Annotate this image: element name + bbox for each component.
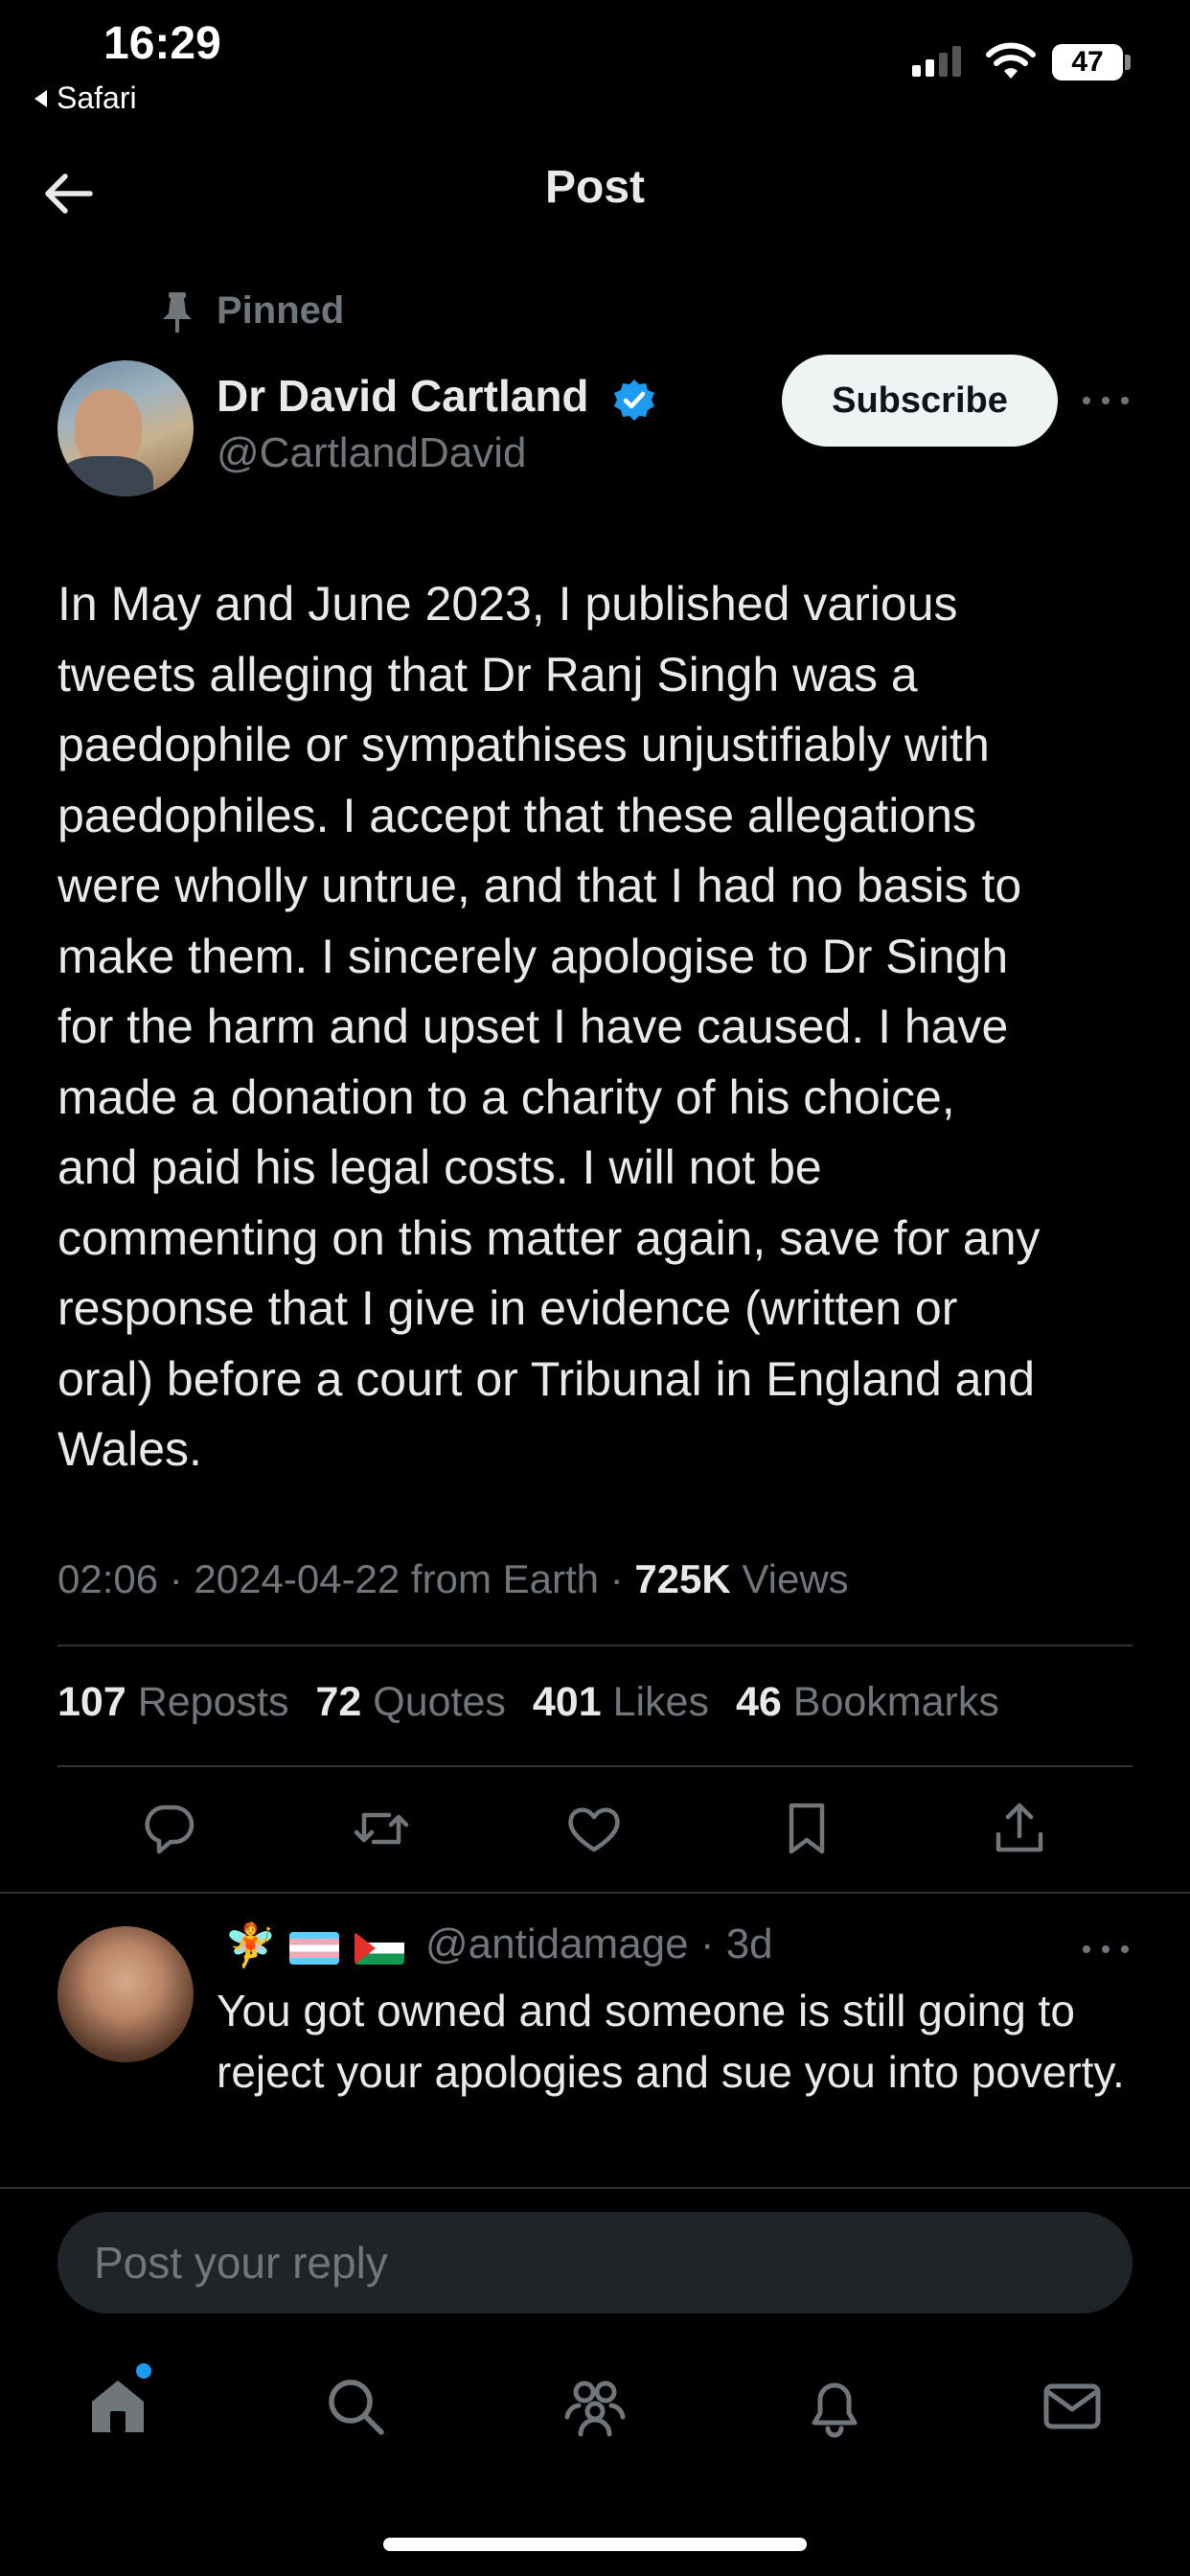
- author-avatar[interactable]: [57, 360, 194, 496]
- messages-icon[interactable]: [1039, 2373, 1106, 2440]
- fairy-emoji: 🧚: [224, 1922, 277, 1969]
- search-icon[interactable]: [322, 2373, 389, 2440]
- home-notification-dot: [136, 2363, 151, 2379]
- reply-more-options-icon[interactable]: [1083, 1944, 1129, 1955]
- share-icon[interactable]: [989, 1798, 1050, 1859]
- pinned-label: Pinned: [217, 289, 345, 332]
- back-triangle-icon: [34, 89, 47, 107]
- likes-count: 401: [532, 1679, 602, 1725]
- more-options-icon[interactable]: [1083, 383, 1129, 418]
- communities-icon[interactable]: [561, 2373, 629, 2440]
- quotes-label: Quotes: [373, 1679, 506, 1725]
- likes-label: Likes: [612, 1679, 709, 1725]
- status-time: 16:29: [103, 18, 221, 69]
- back-to-safari-link[interactable]: Safari: [34, 80, 137, 116]
- notifications-icon[interactable]: [801, 2373, 868, 2440]
- post-body: In May and June 2023, I published variou…: [57, 577, 1041, 1476]
- post-timestamp: 02:06 · 2024-04-22 from Earth ·: [57, 1556, 635, 1601]
- likes-stat[interactable]: 401 Likes: [533, 1679, 709, 1726]
- reply-input[interactable]: [57, 2212, 1133, 2313]
- views-label: Views: [730, 1556, 849, 1601]
- post-meta: 02:06 · 2024-04-22 from Earth · 725K Vie…: [57, 1556, 849, 1602]
- reply-avatar[interactable]: [57, 1926, 194, 2062]
- reply-text: You got owned and someone is still going…: [217, 1986, 1125, 2097]
- reposts-label: Reposts: [137, 1679, 289, 1725]
- quotes-count: 72: [315, 1679, 362, 1725]
- reply-handle[interactable]: @antidamage · 3d: [425, 1920, 773, 1968]
- back-app-label: Safari: [57, 80, 137, 115]
- home-indicator: [383, 2538, 807, 2551]
- verified-badge-icon: [614, 380, 654, 421]
- bookmarks-count: 46: [735, 1679, 782, 1725]
- reposts-count: 107: [57, 1679, 126, 1725]
- battery-indicator: 47: [1052, 44, 1123, 80]
- bookmarks-stat[interactable]: 46 Bookmarks: [736, 1679, 999, 1726]
- divider: [57, 1644, 1133, 1646]
- views-count: 725K: [634, 1556, 731, 1601]
- repost-icon[interactable]: [351, 1798, 412, 1859]
- divider: [57, 1765, 1133, 1767]
- reposts-stat[interactable]: 107 Reposts: [57, 1679, 288, 1726]
- like-icon[interactable]: [563, 1798, 625, 1859]
- arrow-left-icon[interactable]: [38, 163, 100, 224]
- bookmark-icon[interactable]: [776, 1798, 837, 1859]
- cellular-signal-icon: [912, 42, 961, 77]
- quotes-stat[interactable]: 72 Quotes: [315, 1679, 505, 1726]
- engagement-stats: 107 Reposts 72 Quotes 401 Likes 46 Bookm…: [57, 1679, 999, 1726]
- pin-icon: [163, 292, 192, 333]
- transgender-flag-icon: [289, 1932, 339, 1965]
- thread-separator: [0, 1892, 1190, 1894]
- reply-icon[interactable]: [138, 1798, 199, 1859]
- top-nav-bar: [0, 144, 1190, 255]
- home-icon[interactable]: [84, 2373, 151, 2440]
- author-handle[interactable]: @CartlandDavid: [217, 429, 526, 477]
- palestine-flag-icon: [355, 1932, 404, 1965]
- battery-cap: [1125, 55, 1131, 70]
- bookmarks-label: Bookmarks: [792, 1679, 999, 1725]
- wifi-icon: [986, 42, 1036, 79]
- author-name[interactable]: Dr David Cartland: [217, 370, 589, 422]
- subscribe-button[interactable]: Subscribe: [782, 355, 1058, 447]
